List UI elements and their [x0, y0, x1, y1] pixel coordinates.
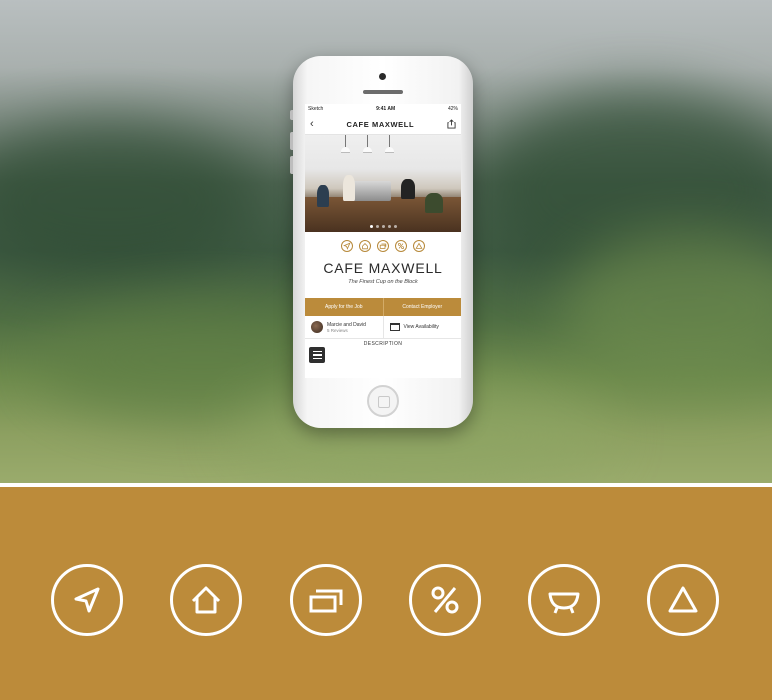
hero-background: Sketch 9:41 AM 42% ‹ CAFE MAXWELL CAFE M… [0, 0, 772, 483]
owners-cell[interactable]: Marcie and David 5 Reviews [305, 316, 383, 338]
triangle-icon [413, 240, 425, 252]
icon-band [0, 487, 772, 700]
share-icon[interactable] [447, 119, 456, 129]
chevron-left-icon[interactable]: ‹ [310, 119, 314, 130]
percent-icon [409, 564, 481, 636]
home-button[interactable] [367, 385, 399, 417]
calendar-icon [389, 323, 400, 331]
home-icon [359, 240, 371, 252]
percent-icon [395, 240, 407, 252]
clock: 9:41 AM [376, 106, 396, 112]
contact-employer-button[interactable]: Contact Employer [382, 298, 461, 316]
feature-icon-row [305, 240, 461, 252]
view-availability-link[interactable]: View Availability [404, 324, 439, 330]
battery-label: 42% [447, 106, 458, 112]
location-arrow-icon [51, 564, 123, 636]
cafe-photo-carousel[interactable] [305, 135, 461, 232]
availability-cell[interactable]: View Availability [382, 316, 462, 338]
triangle-icon [647, 564, 719, 636]
phone-mockup: Sketch 9:41 AM 42% ‹ CAFE MAXWELL CAFE M… [290, 56, 473, 428]
menu-icon[interactable] [309, 347, 325, 363]
carrier-label: Sketch [308, 106, 324, 112]
phone-screen: Sketch 9:41 AM 42% ‹ CAFE MAXWELL CAFE M… [305, 104, 461, 378]
owners-name: Marcie and David [327, 321, 366, 328]
cafe-tagline: The Finest Cup on the Block [348, 279, 418, 285]
app-navbar: ‹ CAFE MAXWELL [305, 114, 461, 135]
apply-job-button[interactable]: Apply for the Job [305, 298, 383, 316]
reviews-count: 5 Reviews [327, 327, 348, 333]
earpiece-speaker [363, 90, 403, 94]
description-label: DESCRIPTION [363, 341, 403, 347]
location-arrow-icon [341, 240, 353, 252]
front-camera [379, 73, 386, 80]
carousel-dots[interactable] [305, 225, 461, 228]
bowl-icon [528, 564, 600, 636]
navbar-title: CAFE MAXWELL [346, 119, 415, 129]
info-row: Marcie and David 5 Reviews View Availabi… [305, 316, 461, 339]
avatar [311, 321, 323, 333]
cards-icon [290, 564, 362, 636]
cafe-name: CAFE MAXWELL [323, 260, 443, 276]
status-bar: Sketch 9:41 AM 42% [305, 104, 461, 114]
action-buttons: Apply for the Job Contact Employer [305, 298, 461, 316]
home-icon [170, 564, 242, 636]
cards-icon [377, 240, 389, 252]
